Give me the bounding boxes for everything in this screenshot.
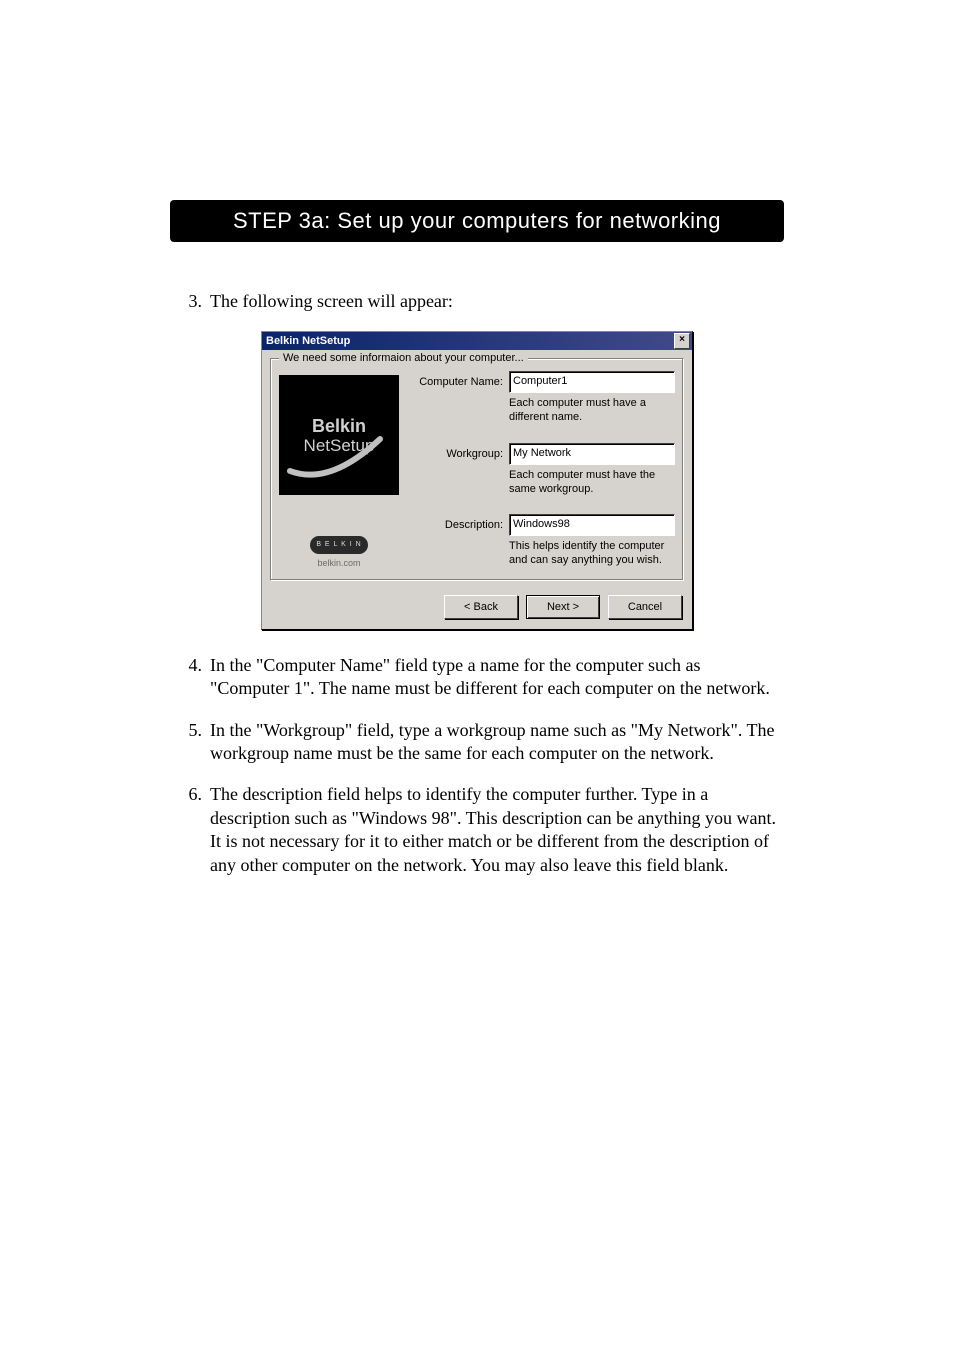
workgroup-hint: Each computer must have the same workgro… — [509, 469, 675, 497]
back-button[interactable]: < Back — [444, 595, 518, 619]
cancel-button-label: Cancel — [628, 601, 662, 613]
next-button-label: Next > — [547, 601, 579, 613]
instruction-text: The description field helps to identify … — [210, 783, 784, 877]
instruction-number: 4. — [170, 654, 210, 677]
description-label: Description: — [407, 519, 509, 531]
computer-name-label: Computer Name: — [407, 376, 509, 388]
instruction-number: 6. — [170, 783, 210, 806]
instruction-text: In the "Workgroup" field, type a workgro… — [210, 719, 784, 766]
instruction-item: 4. In the "Computer Name" field type a n… — [170, 654, 784, 701]
instruction-item: 5. In the "Workgroup" field, type a work… — [170, 719, 784, 766]
netsetup-dialog: Belkin NetSetup × We need some informaio… — [261, 331, 693, 630]
next-button[interactable]: Next > — [526, 595, 600, 619]
brand-pill: B E L K I N — [310, 536, 368, 554]
dialog-title: Belkin NetSetup — [266, 335, 350, 347]
groupbox-legend: We need some informaion about your compu… — [279, 352, 528, 364]
instruction-text: The following screen will appear: — [210, 290, 784, 313]
computer-name-hint: Each computer must have a different name… — [509, 397, 675, 425]
cancel-button[interactable]: Cancel — [608, 595, 682, 619]
description-hint: This helps identify the computer and can… — [509, 540, 675, 568]
instruction-text: In the "Computer Name" field type a name… — [210, 654, 784, 701]
instruction-item: 6. The description field helps to identi… — [170, 783, 784, 877]
dialog-titlebar: Belkin NetSetup × — [262, 332, 692, 350]
computer-name-field[interactable]: Computer1 — [509, 371, 675, 393]
workgroup-field[interactable]: My Network — [509, 443, 675, 465]
close-icon[interactable]: × — [674, 333, 690, 349]
brand-badge: B E L K I N belkin.com — [310, 536, 368, 568]
instruction-number: 5. — [170, 719, 210, 742]
brand-tile: Belkin NetSetup — [279, 375, 399, 495]
brand-url: belkin.com — [317, 558, 360, 568]
workgroup-label: Workgroup: — [407, 448, 509, 460]
back-button-label: < Back — [464, 601, 498, 613]
swoosh-icon — [285, 431, 385, 481]
instruction-number: 3. — [170, 290, 210, 313]
description-field[interactable]: Windows98 — [509, 514, 675, 536]
instruction-item: 3. The following screen will appear: — [170, 290, 784, 313]
info-groupbox: We need some informaion about your compu… — [270, 358, 684, 581]
